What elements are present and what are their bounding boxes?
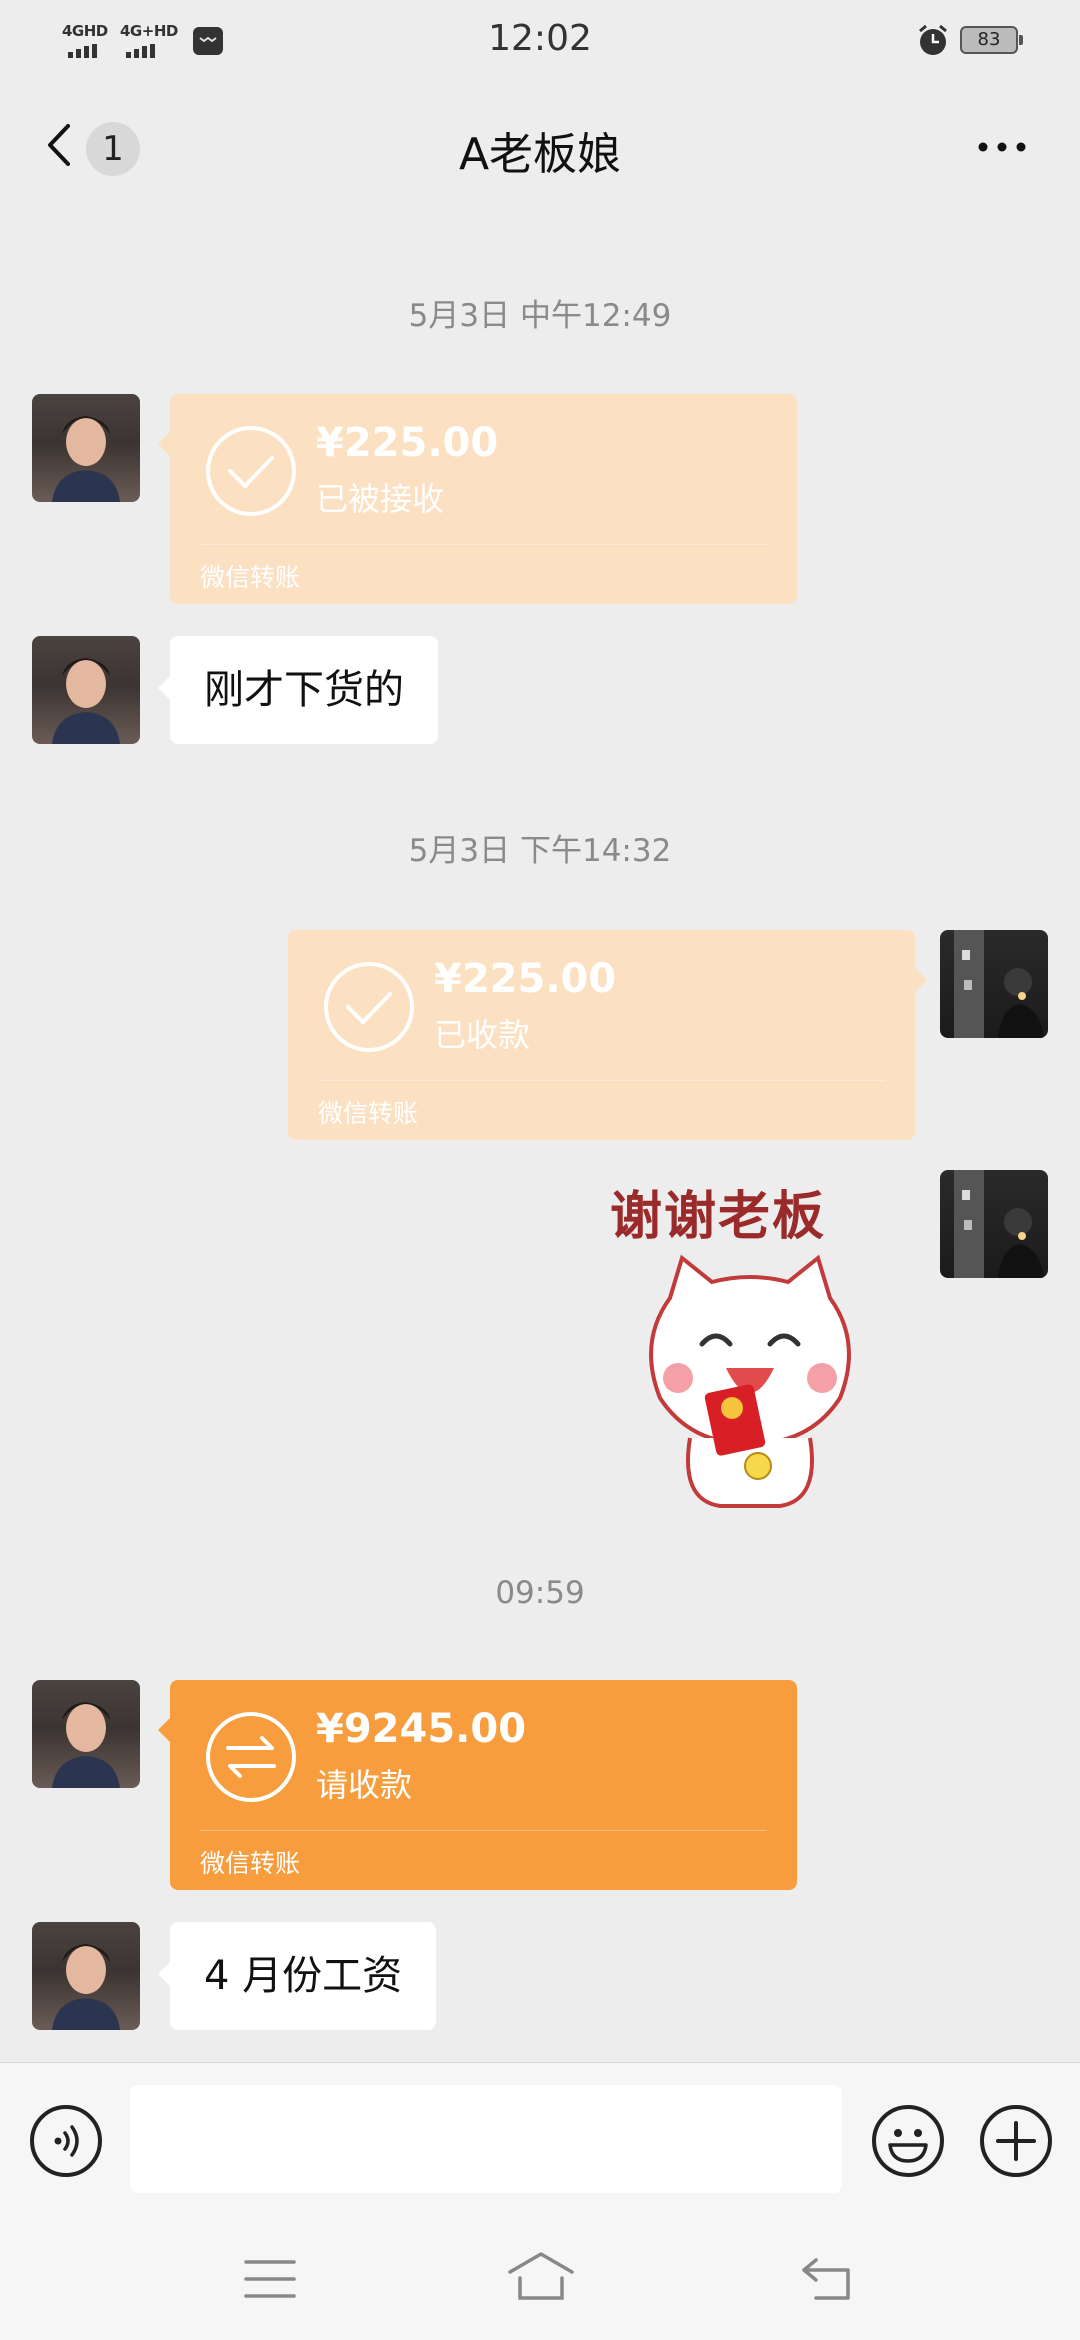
message-timestamp: 09:59 [495,1575,585,1611]
transfer-divider [200,1830,767,1831]
text-message-bubble[interactable]: 4 月份工资 [157,1922,437,2030]
more-options-icon[interactable] [976,140,1028,154]
transfer-brand-label: 微信转账 [318,1099,419,1128]
alarm-clock-icon [919,24,947,55]
transfer-card-collected[interactable]: ¥225.00 已收款 微信转账 [288,930,927,1140]
chat-header: 1 A老板娘 [0,80,1080,210]
check-circle-icon [206,426,296,516]
emoji-icon[interactable] [870,2103,946,2179]
transfer-divider [318,1080,885,1081]
message-timestamp: 5月3日 下午14:32 [408,833,672,869]
voice-input-icon[interactable] [28,2103,104,2179]
transfer-amount: ¥9245.00 [316,1706,527,1752]
contact-avatar[interactable] [32,636,140,744]
nav-back-icon[interactable] [798,2256,854,2302]
contact-avatar[interactable] [32,1922,140,2030]
transfer-status: 已被接收 [316,480,445,518]
home-icon[interactable] [506,2250,576,2302]
plus-icon[interactable] [978,2103,1054,2179]
transfer-amount: ¥225.00 [434,956,617,1002]
contact-avatar[interactable] [32,394,140,502]
transfer-arrows-icon [206,1712,296,1802]
my-avatar[interactable] [940,930,1048,1038]
contact-avatar[interactable] [32,1680,140,1788]
my-avatar[interactable] [940,1170,1048,1278]
chat-input-bar [0,2062,1080,2219]
transfer-card-received[interactable]: ¥225.00 已被接收 微信转账 [158,394,797,604]
transfer-card-pending[interactable]: ¥9245.00 请收款 微信转账 [158,1680,797,1890]
status-bar: 4GHD 4G+HD 12:02 83 [0,0,1080,80]
chat-title: A老板娘 [458,129,622,180]
transfer-brand-label: 微信转账 [200,563,301,592]
system-nav-bar [0,2218,1080,2340]
transfer-divider [200,544,767,545]
message-timestamp: 5月3日 中午12:49 [408,298,672,334]
check-circle-icon [324,962,414,1052]
message-input[interactable] [130,2085,842,2193]
transfer-amount: ¥225.00 [316,420,499,466]
transfer-status: 已收款 [434,1016,531,1054]
menu-icon[interactable] [244,2258,296,2300]
sticker-message[interactable]: 谢谢老板 [600,1170,900,1510]
text-message-bubble[interactable]: 刚才下货的 [158,636,438,744]
battery-indicator: 83 [960,26,1023,54]
transfer-status: 请收款 [316,1766,413,1804]
cat-sticker-icon [649,1254,851,1508]
transfer-brand-label: 微信转账 [200,1849,301,1878]
